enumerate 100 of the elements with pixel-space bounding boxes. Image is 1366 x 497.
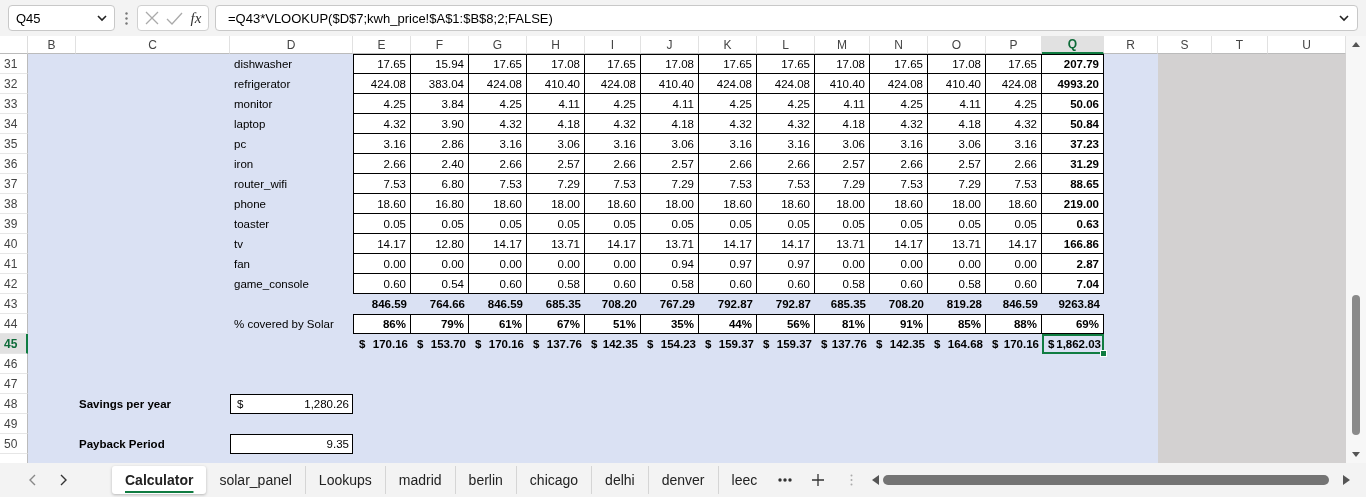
row-header[interactable]: 44 [0, 314, 28, 334]
row-header[interactable]: 40 [0, 234, 28, 254]
row-header[interactable]: 47 [0, 374, 28, 394]
table-cell: 3.06 [527, 134, 585, 154]
row-header[interactable]: 39 [0, 214, 28, 234]
formula-field[interactable]: =Q43*VLOOKUP($D$7;kwh_price!$A$1:$B$8;2;FALSE) [215, 5, 1358, 31]
horizontal-scrollbar[interactable] [871, 473, 1352, 487]
sheet-tab[interactable]: madrid [384, 466, 455, 494]
column-header[interactable]: G [469, 36, 527, 54]
table-cell: 17.65 [757, 54, 815, 74]
column-header[interactable]: B [28, 36, 76, 54]
row-label: dishwasher [233, 57, 294, 72]
table-cell: 0.60 [585, 274, 641, 294]
table-cell: 18.60 [353, 194, 411, 214]
row-header[interactable]: 35 [0, 134, 28, 154]
row-header[interactable]: 36 [0, 154, 28, 174]
column-header[interactable]: T [1212, 36, 1268, 54]
table-cell-text: 792.87 [774, 297, 812, 312]
column-header[interactable]: M [815, 36, 870, 54]
table-cell: 17.08 [815, 54, 870, 74]
table-cell: 50.84 [1042, 114, 1104, 134]
table-cell: 3.16 [469, 134, 527, 154]
table-cell: 2.66 [757, 154, 815, 174]
column-header[interactable]: D [230, 36, 353, 54]
more-icon[interactable] [778, 478, 793, 482]
table-cell: 3.16 [353, 134, 411, 154]
row-header[interactable]: 48 [0, 394, 28, 414]
row-header[interactable]: 38 [0, 194, 28, 214]
table-cell: 410.40 [815, 74, 870, 94]
row-header[interactable]: 31 [0, 54, 28, 74]
column-header[interactable]: O [928, 36, 986, 54]
table-cell: 424.08 [986, 74, 1042, 94]
table-cell: 410.40 [641, 74, 699, 94]
table-cell: 2.66 [353, 154, 411, 174]
check-icon[interactable] [166, 11, 184, 25]
column-header[interactable]: Q [1042, 36, 1104, 54]
column-header[interactable]: E [353, 36, 411, 54]
row-header[interactable]: 42 [0, 274, 28, 294]
sheet-tab[interactable]: Calculator [112, 466, 207, 494]
table-cell: 61% [469, 314, 527, 334]
vertical-scrollbar[interactable] [1346, 36, 1366, 463]
row-header[interactable]: 32 [0, 74, 28, 94]
table-cell: 0.00 [469, 254, 527, 274]
name-box[interactable]: Q45 [8, 5, 115, 31]
cancel-icon[interactable] [144, 11, 159, 25]
sheet-tab[interactable]: delhi [591, 466, 648, 494]
column-header[interactable]: K [699, 36, 757, 54]
row-header[interactable]: 50 [0, 434, 28, 454]
column-header[interactable]: C [76, 36, 230, 54]
add-sheet-icon[interactable] [812, 474, 825, 486]
column-header[interactable]: P [986, 36, 1042, 54]
row-header[interactable]: 33 [0, 94, 28, 114]
chevron-left-icon[interactable] [28, 474, 36, 486]
column-header[interactable]: F [411, 36, 469, 54]
table-cell: 4.32 [699, 114, 757, 134]
column-header[interactable]: N [870, 36, 928, 54]
row-header[interactable]: 43 [0, 294, 28, 314]
sheet-tab[interactable]: denver [647, 466, 718, 494]
sheet-tab[interactable]: leec [717, 466, 771, 494]
row-header[interactable]: 45 [0, 334, 28, 354]
insert-function-button[interactable]: fx [190, 9, 202, 27]
table-cell: 4.18 [815, 114, 870, 134]
column-header[interactable]: R [1104, 36, 1158, 54]
column-header[interactable]: U [1268, 36, 1346, 54]
row-label: phone [233, 197, 267, 212]
table-cell-text: $ 154.23 [646, 337, 697, 352]
table-cell: 0.58 [815, 274, 870, 294]
table-cell: 0.00 [411, 254, 469, 274]
table-cell: 207.79 [1042, 54, 1104, 74]
table-cell: 2.40 [411, 154, 469, 174]
table-cell-text: 764.66 [428, 297, 466, 312]
row-header[interactable]: 41 [0, 254, 28, 274]
table-cell: 13.71 [641, 234, 699, 254]
row-header[interactable]: 34 [0, 114, 28, 134]
sheet-tab[interactable]: chicago [515, 466, 592, 494]
table-cell: 4.25 [986, 94, 1042, 114]
table-cell: 4993.20 [1042, 74, 1104, 94]
sheet-tab[interactable]: Lookups [304, 466, 385, 494]
row-header[interactable]: 49 [0, 414, 28, 434]
row-header[interactable]: 37 [0, 174, 28, 194]
column-header[interactable]: I [585, 36, 641, 54]
table-cell: 2.57 [815, 154, 870, 174]
column-header[interactable]: J [641, 36, 699, 54]
chevron-right-icon[interactable] [60, 474, 68, 486]
table-cell: 88.65 [1042, 174, 1104, 194]
column-header[interactable]: S [1158, 36, 1212, 54]
table-cell: 17.65 [353, 54, 411, 74]
table-cell: 18.60 [986, 194, 1042, 214]
table-cell: 14.17 [699, 234, 757, 254]
row-header[interactable]: 46 [0, 354, 28, 374]
column-header[interactable]: H [527, 36, 585, 54]
table-cell: 2.86 [411, 134, 469, 154]
table-cell: 0.05 [641, 214, 699, 234]
table-cell-text: 846.59 [370, 297, 408, 312]
sheet-tab[interactable]: berlin [454, 466, 516, 494]
table-cell: 0.05 [815, 214, 870, 234]
chevron-down-icon[interactable] [1339, 14, 1349, 22]
sheet-tab[interactable]: solar_panel [206, 466, 305, 494]
column-header[interactable]: L [757, 36, 815, 54]
table-cell: 86% [353, 314, 411, 334]
